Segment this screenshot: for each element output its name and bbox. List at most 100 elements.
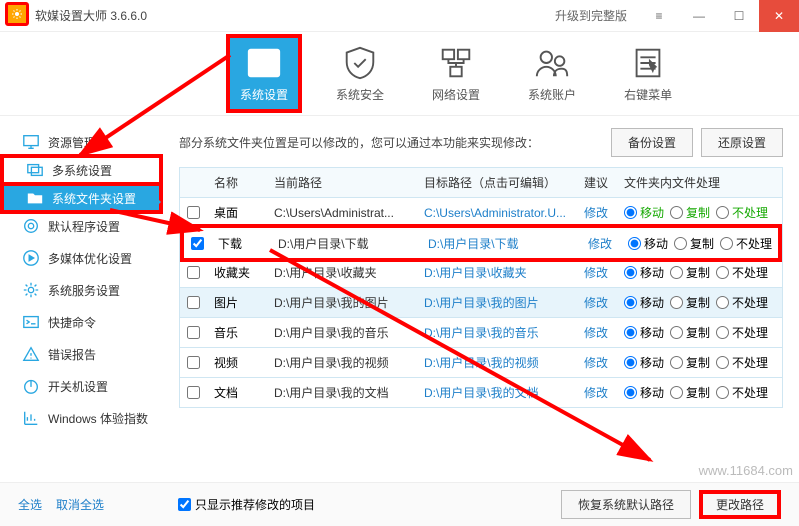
sidebar-item-wei[interactable]: Windows 体验指数 <box>0 402 163 434</box>
radio-copy[interactable]: 复制 <box>670 324 710 341</box>
radio-copy[interactable]: 复制 <box>670 294 710 311</box>
row-checkbox[interactable] <box>187 386 200 399</box>
content-panel: 部分系统文件夹位置是可以修改的，您可以通过本功能来实现修改： 备份设置 还原设置… <box>163 116 799 474</box>
sidebar-item-label: 错误报告 <box>48 346 96 363</box>
col-target: 目标路径（点击可编辑） <box>418 174 578 191</box>
row-suggestion: 修改 <box>578 204 618 221</box>
backup-button[interactable]: 备份设置 <box>611 128 693 157</box>
row-target-path[interactable]: D:\用户目录\我的文档 <box>418 384 578 401</box>
sidebar-item-power[interactable]: 开关机设置 <box>0 370 163 402</box>
row-target-path[interactable]: C:\Users\Administrator.U... <box>418 206 578 220</box>
row-current-path: D:\用户目录\我的视频 <box>268 354 418 371</box>
row-current-path: D:\用户目录\我的文档 <box>268 384 418 401</box>
restore-button[interactable]: 还原设置 <box>701 128 783 157</box>
radio-move[interactable]: 移动 <box>624 324 664 341</box>
row-checkbox[interactable] <box>187 266 200 279</box>
radio-none[interactable]: 不处理 <box>716 294 768 311</box>
table-row[interactable]: 收藏夹D:\用户目录\收藏夹D:\用户目录\收藏夹修改 移动 复制 不处理 <box>180 258 782 288</box>
sidebar-item-label: 开关机设置 <box>48 378 108 395</box>
menu-button[interactable]: ≡ <box>639 0 679 32</box>
row-target-path[interactable]: D:\用户目录\我的音乐 <box>418 324 578 341</box>
radio-none[interactable]: 不处理 <box>720 235 772 252</box>
radio-move[interactable]: 移动 <box>624 354 664 371</box>
table-row[interactable]: 视频D:\用户目录\我的视频D:\用户目录\我的视频修改 移动 复制 不处理 <box>180 348 782 378</box>
radio-none[interactable]: 不处理 <box>716 384 768 401</box>
table-row[interactable]: 下载D:\用户目录\下载D:\用户目录\下载修改 移动 复制 不处理 <box>180 224 782 262</box>
tab-network-settings[interactable]: 网络设置 <box>422 38 490 109</box>
radio-copy[interactable]: 复制 <box>674 235 714 252</box>
tab-label: 系统安全 <box>336 86 384 103</box>
radio-copy[interactable]: 复制 <box>670 384 710 401</box>
row-name: 收藏夹 <box>208 264 268 281</box>
sidebar-item-default-programs[interactable]: 默认程序设置 <box>0 210 163 242</box>
only-recommended-input[interactable] <box>178 498 191 511</box>
row-name: 音乐 <box>208 324 268 341</box>
panel-description: 部分系统文件夹位置是可以修改的，您可以通过本功能来实现修改： <box>179 134 603 151</box>
power-icon <box>22 377 40 395</box>
row-name: 视频 <box>208 354 268 371</box>
close-button[interactable]: ✕ <box>759 0 799 32</box>
row-checkbox[interactable] <box>187 206 200 219</box>
sidebar-item-error-report[interactable]: 错误报告 <box>0 338 163 370</box>
deselect-all-link[interactable]: 取消全选 <box>56 496 104 513</box>
footer-bar: 全选 取消全选 只显示推荐修改的项目 恢复系统默认路径 更改路径 <box>0 482 799 526</box>
row-target-path[interactable]: D:\用户目录\收藏夹 <box>418 264 578 281</box>
radio-none[interactable]: 不处理 <box>716 354 768 371</box>
radio-move[interactable]: 移动 <box>624 264 664 281</box>
sidebar-item-quick-commands[interactable]: 快捷命令 <box>0 306 163 338</box>
row-operations: 移动 复制 不处理 <box>618 384 782 401</box>
row-target-path[interactable]: D:\用户目录\下载 <box>422 235 582 252</box>
table-row[interactable]: 文档D:\用户目录\我的文档D:\用户目录\我的文档修改 移动 复制 不处理 <box>180 378 782 408</box>
shield-icon <box>341 44 379 82</box>
upgrade-link[interactable]: 升级到完整版 <box>555 7 627 24</box>
row-checkbox[interactable] <box>187 356 200 369</box>
row-target-path[interactable]: D:\用户目录\我的视频 <box>418 354 578 371</box>
radio-none[interactable]: 不处理 <box>716 324 768 341</box>
radio-move[interactable]: 移动 <box>624 294 664 311</box>
row-checkbox[interactable] <box>191 237 204 250</box>
tab-system-accounts[interactable]: 系统账户 <box>518 38 586 109</box>
radio-copy[interactable]: 复制 <box>670 204 710 221</box>
tab-context-menu[interactable]: 右键菜单 <box>614 38 682 109</box>
radio-none[interactable]: 不处理 <box>716 264 768 281</box>
table-row[interactable]: 图片D:\用户目录\我的图片D:\用户目录\我的图片修改 移动 复制 不处理 <box>180 288 782 318</box>
row-target-path[interactable]: D:\用户目录\我的图片 <box>418 294 578 311</box>
row-current-path: D:\用户目录\我的音乐 <box>268 324 418 341</box>
sidebar-item-label: 资源管理器 <box>48 134 108 151</box>
row-checkbox[interactable] <box>187 326 200 339</box>
radio-move[interactable]: 移动 <box>624 204 664 221</box>
tab-system-security[interactable]: 系统安全 <box>326 38 394 109</box>
tab-system-settings[interactable]: 系统设置 <box>226 34 302 113</box>
context-menu-icon <box>629 44 667 82</box>
change-path-button[interactable]: 更改路径 <box>699 490 781 519</box>
sidebar-item-services[interactable]: 系统服务设置 <box>0 274 163 306</box>
select-all-link[interactable]: 全选 <box>18 496 42 513</box>
gear-window-icon <box>245 44 283 82</box>
row-name: 文档 <box>208 384 268 401</box>
row-checkbox[interactable] <box>187 296 200 309</box>
tab-label: 系统设置 <box>240 86 288 103</box>
only-recommended-checkbox[interactable]: 只显示推荐修改的项目 <box>178 496 315 513</box>
row-current-path: D:\用户目录\收藏夹 <box>268 264 418 281</box>
table-row[interactable]: 音乐D:\用户目录\我的音乐D:\用户目录\我的音乐修改 移动 复制 不处理 <box>180 318 782 348</box>
watermark: www.11684.com <box>699 463 793 478</box>
row-name: 桌面 <box>208 204 268 221</box>
radio-none[interactable]: 不处理 <box>716 204 768 221</box>
col-current: 当前路径 <box>268 174 418 191</box>
sidebar: 资源管理器 多系统设置 系统文件夹设置 默认程序设置 多媒体优化设置 系统服务设… <box>0 116 163 474</box>
folders-table: 名称 当前路径 目标路径（点击可编辑） 建议 文件夹内文件处理 桌面C:\Use… <box>179 167 783 408</box>
sidebar-item-media[interactable]: 多媒体优化设置 <box>0 242 163 274</box>
row-operations: 移动 复制 不处理 <box>618 294 782 311</box>
monitor-icon <box>22 133 40 151</box>
radio-copy[interactable]: 复制 <box>670 354 710 371</box>
minimize-button[interactable]: — <box>679 0 719 32</box>
radio-copy[interactable]: 复制 <box>670 264 710 281</box>
radio-move[interactable]: 移动 <box>624 384 664 401</box>
sidebar-item-system-folders[interactable]: 系统文件夹设置 <box>0 182 163 214</box>
titlebar: 软媒设置大师 3.6.6.0 升级到完整版 ≡ — ☐ ✕ <box>0 0 799 32</box>
radio-move[interactable]: 移动 <box>628 235 668 252</box>
maximize-button[interactable]: ☐ <box>719 0 759 32</box>
row-operations: 移动 复制 不处理 <box>618 264 782 281</box>
reset-paths-button[interactable]: 恢复系统默认路径 <box>561 490 691 519</box>
network-icon <box>437 44 475 82</box>
